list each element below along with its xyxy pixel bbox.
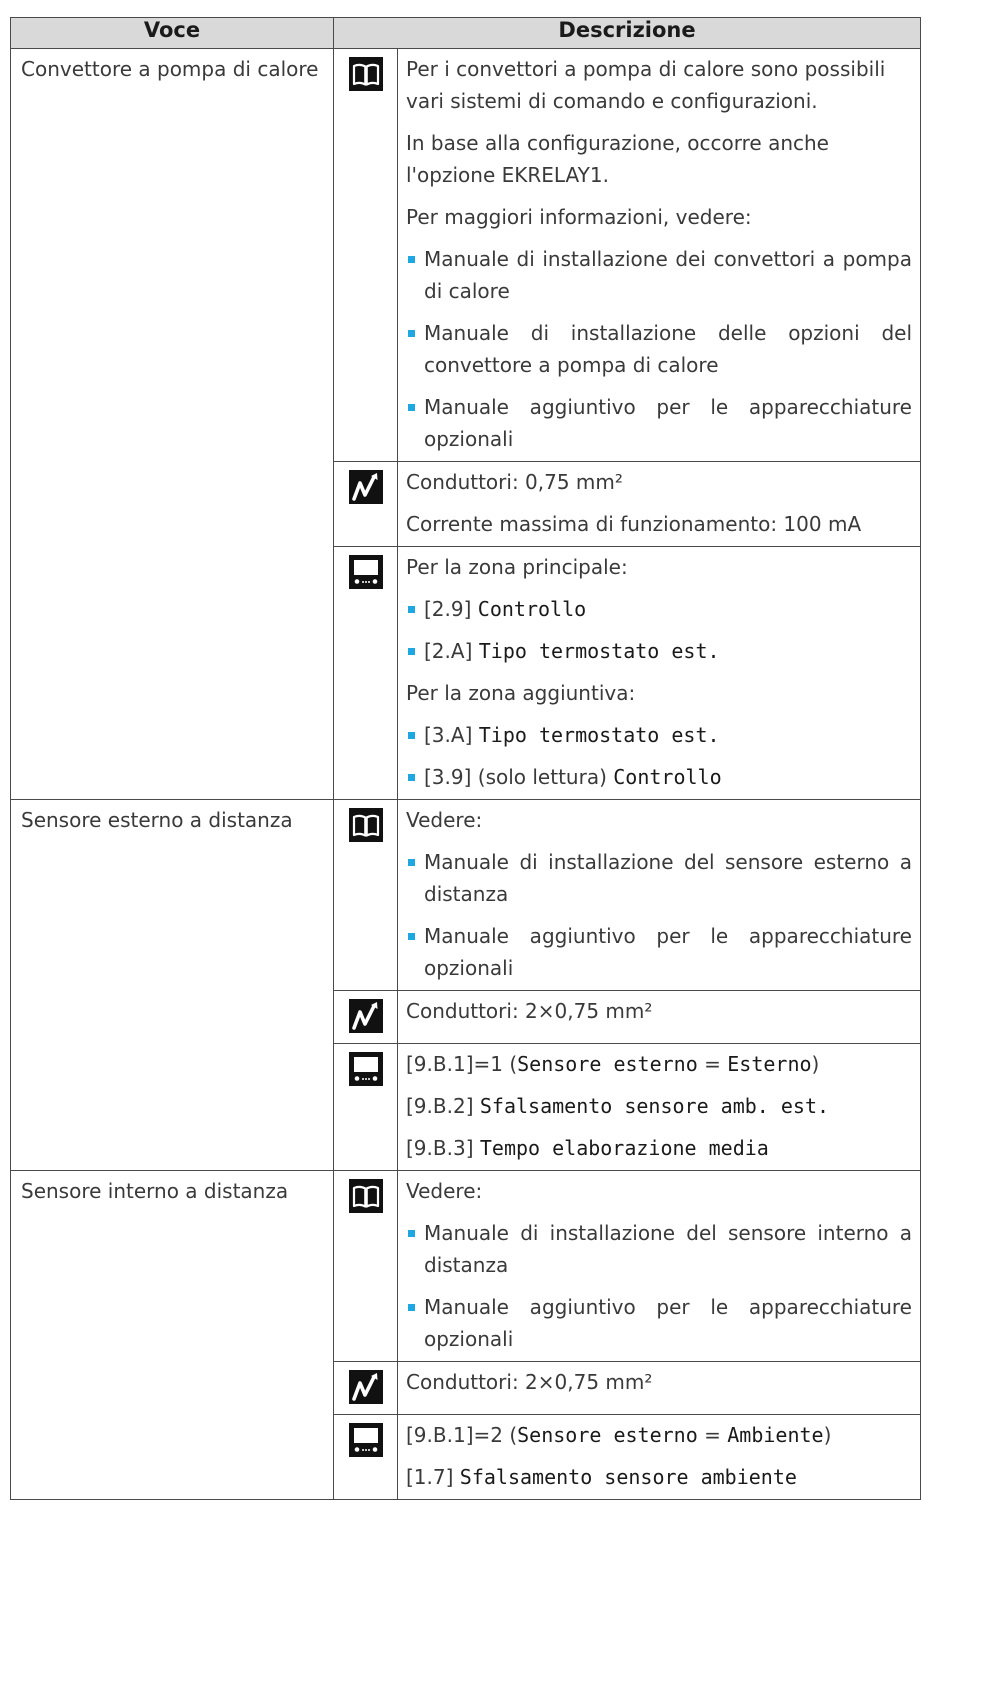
setting-name: Tipo termostato est.	[478, 639, 720, 663]
reference-list: Manuale di installazione del sensore int…	[406, 1217, 912, 1355]
setting-name: Sfalsamento sensore amb. est.	[479, 1094, 830, 1118]
user-interface-icon	[349, 1052, 383, 1086]
setting-line: [9.B.2] Sfalsamento sensore amb. est.	[406, 1090, 912, 1122]
icon-cell	[333, 1361, 398, 1415]
setting-code: [2.9]	[424, 597, 472, 621]
manual-book-icon	[349, 808, 383, 842]
setting-close: )	[823, 1423, 832, 1447]
description-text: Vedere:	[406, 1179, 483, 1203]
icon-cell	[333, 1170, 398, 1362]
wire-icon	[349, 470, 383, 504]
wiring-text: Conduttori: 2×0,75 mm²	[406, 999, 653, 1023]
zone-label: Per la zona principale:	[406, 555, 628, 579]
setting-name: Sfalsamento sensore ambiente	[459, 1465, 797, 1489]
reference-list: Manuale di installazione del sensore est…	[406, 846, 912, 984]
setting-name: Tempo elaborazione media	[479, 1136, 769, 1160]
icon-cell	[333, 546, 398, 800]
setting-name: Controllo	[613, 765, 722, 789]
list-item: Manuale aggiuntivo per le apparecchiatur…	[406, 1291, 912, 1355]
manual-book-icon	[349, 57, 383, 91]
icon-cell	[333, 1043, 398, 1171]
setting-line: [9.B.1]=2 (Sensore esterno = Ambiente)	[406, 1419, 912, 1451]
description-cell: Per la zona principale: [2.9] Controllo …	[397, 546, 921, 800]
setting-code: [9.B.2]	[406, 1094, 480, 1118]
description-cell: [9.B.1]=2 (Sensore esterno = Ambiente) […	[397, 1414, 921, 1500]
setting-close: )	[811, 1052, 820, 1076]
reference-list: Manuale di installazione dei convettori …	[406, 243, 912, 455]
description-cell: [9.B.1]=1 (Sensore esterno = Esterno) [9…	[397, 1043, 921, 1171]
user-interface-icon	[349, 1423, 383, 1457]
icon-cell	[333, 799, 398, 991]
list-item: Manuale di installazione delle opzioni d…	[406, 317, 912, 381]
list-item: [2.A] Tipo termostato est.	[406, 635, 912, 667]
list-item: Manuale di installazione dei convettori …	[406, 243, 912, 307]
setting-code: [9.B.3]	[406, 1136, 480, 1160]
voce-cell: Convettore a pompa di calore	[10, 48, 334, 800]
description-cell: Vedere: Manuale di installazione del sen…	[397, 1170, 921, 1362]
setting-value: Ambiente	[727, 1423, 824, 1447]
icon-cell	[333, 990, 398, 1044]
description-cell: Vedere: Manuale di installazione del sen…	[397, 799, 921, 991]
description-cell: Conduttori: 2×0,75 mm²	[397, 990, 921, 1044]
wiring-text: Conduttori: 2×0,75 mm²	[406, 1370, 653, 1394]
setting-line: [9.B.3] Tempo elaborazione media	[406, 1132, 912, 1164]
setting-code: [9.B.1]=2 (	[406, 1423, 518, 1447]
setting-code: [1.7]	[406, 1465, 460, 1489]
table-row: Convettore a pompa di calore Per i conve…	[10, 48, 921, 800]
header-descrizione: Descrizione	[333, 17, 921, 49]
wiring-text: Corrente massima di funzionamento: 100 m…	[406, 512, 862, 536]
description-cell: Per i convettori a pompa di calore sono …	[397, 48, 921, 462]
setting-name: Sensore esterno	[517, 1052, 698, 1076]
table-header-row: Voce Descrizione	[10, 17, 921, 49]
description-text: Vedere:	[406, 808, 483, 832]
setting-name: Controllo	[477, 597, 587, 621]
setting-code: [3.A]	[424, 723, 473, 747]
setting-code: [3.9] (solo lettura)	[424, 765, 607, 789]
table-row: Sensore esterno a distanza Vedere: Manua…	[10, 799, 921, 1171]
user-interface-icon	[349, 555, 383, 589]
setting-value: Esterno	[727, 1052, 812, 1076]
header-voce: Voce	[10, 17, 334, 49]
list-item: Manuale aggiuntivo per le apparecchiatur…	[406, 920, 912, 984]
manual-book-icon	[349, 1179, 383, 1213]
list-item: Manuale aggiuntivo per le apparecchiatur…	[406, 391, 912, 455]
setting-line: [9.B.1]=1 (Sensore esterno = Esterno)	[406, 1048, 912, 1080]
description-text: Per i convettori a pompa di calore sono …	[406, 57, 886, 113]
icon-cell	[333, 48, 398, 462]
settings-list: [2.9] Controllo [2.A] Tipo termostato es…	[406, 593, 912, 667]
setting-code: [9.B.1]=1 (	[406, 1052, 518, 1076]
icon-cell	[333, 461, 398, 547]
wire-icon	[349, 1370, 383, 1404]
icon-cell	[333, 1414, 398, 1500]
wiring-text: Conduttori: 0,75 mm²	[406, 470, 623, 494]
list-item: [3.A] Tipo termostato est.	[406, 719, 912, 751]
setting-code: [2.A]	[424, 639, 473, 663]
setting-eq: =	[697, 1423, 728, 1447]
voce-cell: Sensore esterno a distanza	[10, 799, 334, 1171]
wire-icon	[349, 999, 383, 1033]
setting-name: Tipo termostato est.	[478, 723, 720, 747]
list-item: [2.9] Controllo	[406, 593, 912, 625]
settings-list: [3.A] Tipo termostato est. [3.9] (solo l…	[406, 719, 912, 793]
description-text: Per maggiori informazioni, vedere:	[406, 205, 752, 229]
list-item: Manuale di installazione del sensore est…	[406, 846, 912, 910]
options-table: Voce Descrizione Convettore a pompa di c…	[10, 17, 921, 1500]
setting-line: [1.7] Sfalsamento sensore ambiente	[406, 1461, 912, 1493]
description-cell: Conduttori: 0,75 mm² Corrente massima di…	[397, 461, 921, 547]
document-page: Voce Descrizione Convettore a pompa di c…	[0, 0, 989, 1708]
description-text: In base alla configurazione, occorre anc…	[406, 131, 829, 187]
setting-name: Sensore esterno	[517, 1423, 698, 1447]
list-item: Manuale di installazione del sensore int…	[406, 1217, 912, 1281]
list-item: [3.9] (solo lettura) Controllo	[406, 761, 912, 793]
setting-eq: =	[697, 1052, 728, 1076]
description-cell: Conduttori: 2×0,75 mm²	[397, 1361, 921, 1415]
table-row: Sensore interno a distanza Vedere: Manua…	[10, 1170, 921, 1500]
zone-label: Per la zona aggiuntiva:	[406, 681, 636, 705]
voce-cell: Sensore interno a distanza	[10, 1170, 334, 1500]
